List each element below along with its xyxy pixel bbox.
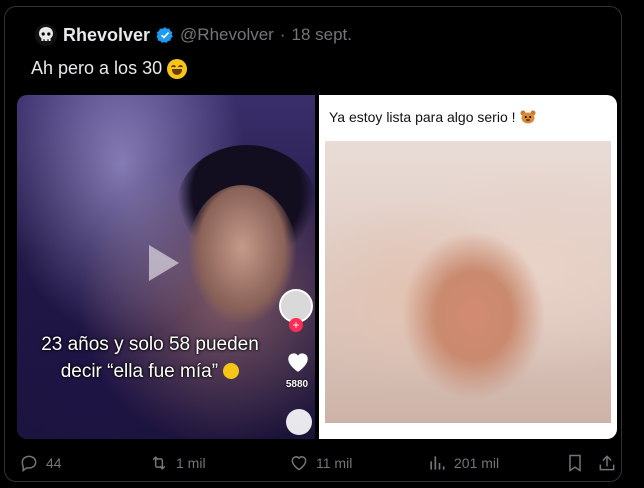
reply-button[interactable]: 44 [19,453,62,473]
share-icon [599,455,615,471]
grinning-sweat-emoji-icon [167,58,188,79]
video-caption: 23 años y solo 58 pueden decir “ella fue… [25,331,275,385]
reply-count: 44 [46,455,62,471]
video-caption-line1: 23 años y solo 58 pueden [41,334,259,355]
play-icon[interactable] [149,245,179,281]
verified-badge-icon [156,27,173,43]
retweet-icon [152,456,166,470]
views-count: 201 mil [454,455,500,471]
meme-photo [325,141,611,423]
video-media[interactable]: 23 años y solo 58 pueden decir “ella fue… [17,95,317,439]
views-bar-chart-icon [430,456,445,470]
views-button[interactable]: 201 mil [427,453,499,473]
retweet-button[interactable]: 1 mil [149,453,206,473]
video-like-count: 5880 [285,379,309,390]
separator-dot: · [279,25,286,44]
heart-outline-icon [291,456,307,471]
tweet-actions: 44 1 mil 11 mil 201 mil [5,451,621,481]
media-grid: 23 años y solo 58 pueden decir “ella fue… [17,95,617,439]
tweet-text: Ah pero a los 30 [31,58,188,79]
like-button[interactable]: 11 mil [289,453,352,473]
heart-icon [288,353,308,372]
bear-icon [520,110,536,124]
reply-icon [21,455,37,472]
bookmark-icon [569,454,581,472]
follow-plus-icon: + [289,318,303,332]
share-button[interactable] [597,453,617,473]
image-media[interactable]: Ya estoy lista para algo serio ! [319,95,617,439]
author-avatar[interactable] [35,24,57,46]
like-count: 11 mil [316,455,353,471]
author-name[interactable]: Rhevolver [63,25,150,46]
tweet-card[interactable]: Rhevolver @Rhevolver · 18 sept. Ah pero … [4,6,622,482]
skull-icon [39,27,53,41]
meme-caption-text: Ya estoy lista para algo serio ! [329,109,516,125]
tweet-text-content: Ah pero a los 30 [31,58,163,78]
bookmark-button[interactable] [565,453,585,473]
meme-caption: Ya estoy lista para algo serio ! [329,109,536,125]
author-handle[interactable]: @Rhevolver [180,25,274,45]
comment-bubble-icon [286,409,312,435]
halo-smile-emoji-icon [223,363,240,379]
retweet-count: 1 mil [176,455,206,471]
tweet-date[interactable]: 18 sept. [292,25,353,45]
tweet-header: Rhevolver @Rhevolver · 18 sept. [35,23,352,47]
video-caption-line2: decir “ella fue mía” [25,358,275,385]
